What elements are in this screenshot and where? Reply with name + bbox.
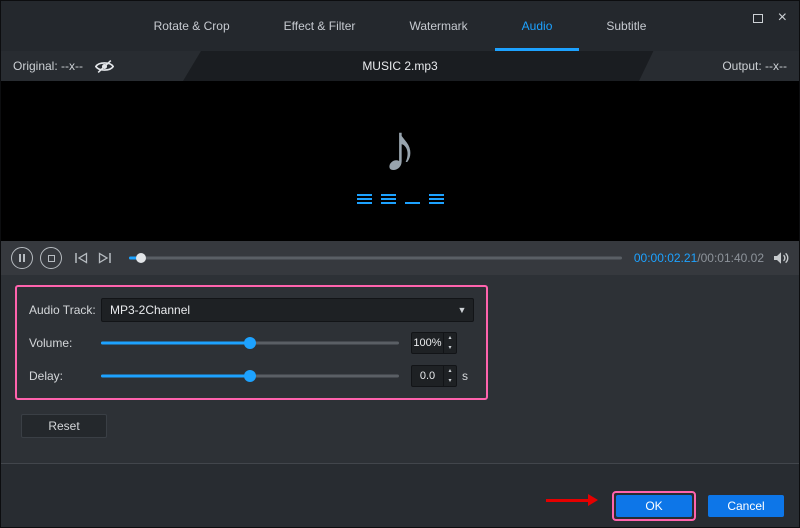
spin-down-icon[interactable]: ▾	[444, 376, 456, 386]
ok-button[interactable]: OK	[616, 495, 692, 517]
audio-settings-highlight-box: Audio Track: MP3-2Channel ▼ Volume: 100%…	[15, 285, 488, 400]
close-icon[interactable]: ×	[778, 10, 787, 26]
audio-track-row: Audio Track: MP3-2Channel ▼	[29, 293, 474, 326]
volume-label: Volume:	[29, 335, 73, 350]
delay-slider[interactable]	[101, 369, 399, 382]
audio-track-value: MP3-2Channel	[110, 302, 191, 317]
maximize-icon[interactable]	[752, 13, 763, 23]
volume-spinner: ▴ ▾	[443, 332, 456, 353]
volume-row: Volume: 100% ▴ ▾	[29, 326, 474, 359]
skip-back-icon	[75, 252, 88, 264]
delay-handle[interactable]	[244, 369, 256, 382]
total-time: 00:01:40.02	[700, 251, 764, 265]
output-segment: Output: --x--	[639, 51, 799, 81]
delay-fill	[101, 374, 250, 377]
current-time: 00:00:02.21	[633, 251, 698, 265]
volume-slider[interactable]	[101, 336, 399, 349]
equalizer-bars-group	[404, 202, 420, 204]
stop-icon	[47, 254, 55, 262]
tab-effect-filter[interactable]: Effect & Filter	[257, 1, 383, 51]
delay-value[interactable]: 0.0	[412, 366, 443, 386]
arrow-line	[546, 498, 588, 502]
spin-down-icon[interactable]: ▾	[444, 343, 456, 353]
player-bar: 00:00:02.21/00:01:40.02	[1, 241, 799, 275]
skip-forward-icon	[98, 252, 111, 264]
delay-spinner: ▴ ▾	[443, 365, 456, 386]
red-pointer-arrow-icon	[546, 494, 598, 506]
original-segment: Original: --x--	[1, 51, 201, 81]
seek-handle[interactable]	[136, 253, 147, 263]
volume-value[interactable]: 100%	[412, 333, 443, 353]
delay-label: Delay:	[29, 368, 64, 383]
equalizer-bars-group	[428, 194, 444, 204]
audio-track-label: Audio Track:	[29, 302, 96, 317]
stop-button[interactable]	[40, 247, 62, 269]
arrow-head	[588, 494, 598, 506]
seek-slider[interactable]	[129, 252, 622, 264]
next-frame-button[interactable]	[98, 252, 112, 264]
volume-value-box[interactable]: 100% ▴ ▾	[411, 331, 457, 354]
time-display: 00:00:02.21/00:01:40.02	[634, 251, 764, 265]
volume-handle[interactable]	[244, 336, 256, 349]
cancel-button[interactable]: Cancel	[708, 495, 784, 517]
delay-value-box[interactable]: 0.0 ▴ ▾	[411, 364, 457, 387]
window-controls: ×	[752, 10, 787, 26]
original-label: Original: --x--	[13, 59, 84, 73]
tab-watermark[interactable]: Watermark	[382, 1, 494, 51]
ok-button-highlight: OK	[612, 491, 696, 521]
tab-bar: Rotate & Crop Effect & Filter Watermark …	[1, 1, 799, 51]
volume-fill	[101, 341, 250, 344]
audio-settings-panel: Audio Track: MP3-2Channel ▼ Volume: 100%…	[1, 275, 799, 463]
equalizer-icon	[356, 192, 444, 204]
eye-off-icon[interactable]	[95, 59, 115, 74]
audio-track-select[interactable]: MP3-2Channel ▼	[101, 297, 474, 322]
tab-audio[interactable]: Audio	[494, 1, 580, 51]
pause-icon	[18, 254, 26, 262]
volume-speaker-icon[interactable]	[773, 251, 789, 265]
delay-row: Delay: 0.0 ▴ ▾ s	[29, 359, 474, 392]
tab-rotate-crop[interactable]: Rotate & Crop	[127, 1, 257, 51]
audio-editor-window: Rotate & Crop Effect & Filter Watermark …	[0, 0, 800, 528]
seek-track[interactable]	[129, 256, 622, 260]
equalizer-bars-group	[356, 194, 372, 204]
bottom-bar: OK Cancel	[1, 463, 799, 527]
spin-up-icon[interactable]: ▴	[444, 366, 456, 376]
delay-unit: s	[462, 368, 468, 383]
music-note-icon: ♪	[383, 110, 417, 186]
pause-button[interactable]	[11, 247, 33, 269]
spin-up-icon[interactable]: ▴	[444, 333, 456, 343]
tab-list: Rotate & Crop Effect & Filter Watermark …	[127, 1, 674, 51]
output-label: Output: --x--	[722, 59, 787, 73]
reset-button[interactable]: Reset	[21, 414, 107, 438]
preview-header: MUSIC 2.mp3 Original: --x-- Output: --x-…	[1, 51, 799, 81]
equalizer-bars-group	[380, 194, 396, 204]
preview-area: ♪	[1, 81, 799, 241]
tab-subtitle[interactable]: Subtitle	[579, 1, 673, 51]
previous-frame-button[interactable]	[74, 252, 88, 264]
chevron-down-icon[interactable]: ▼	[451, 305, 473, 315]
